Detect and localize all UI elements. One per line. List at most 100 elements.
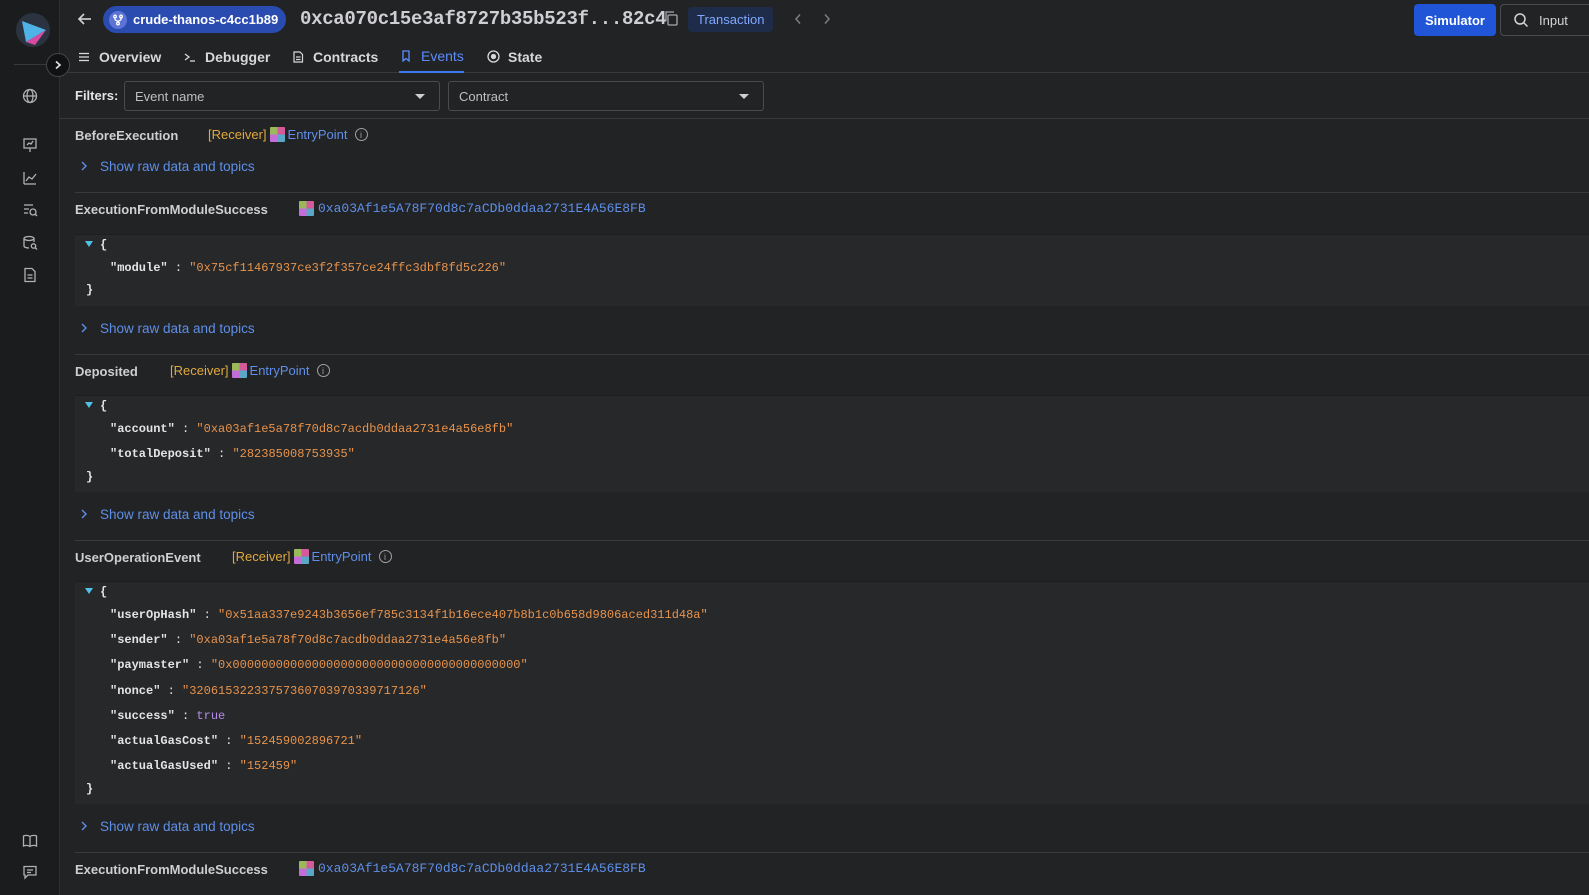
info-icon[interactable]: i: [354, 128, 368, 141]
contract-avatar: [293, 549, 309, 564]
main-panel: crude-thanos-c4cc1b89 0xca070c15e3af8727…: [60, 0, 1589, 895]
contract-link[interactable]: EntryPoint: [250, 363, 310, 378]
show-raw-data-toggle[interactable]: Show raw data and topics: [80, 159, 255, 174]
json-colon: :: [203, 608, 211, 622]
analytics-icon[interactable]: [20, 168, 40, 188]
back-button[interactable]: [74, 8, 96, 30]
copy-icon[interactable]: [663, 10, 681, 28]
tab-state-label: State: [508, 48, 543, 65]
info-icon[interactable]: i: [316, 364, 330, 377]
chevron-right-icon: [80, 507, 88, 522]
document-icon[interactable]: [20, 265, 40, 285]
filters-label: Filters:: [75, 88, 119, 103]
info-icon[interactable]: i: [378, 550, 392, 563]
chevron-right-icon: [55, 60, 62, 70]
sidebar-rail: [0, 0, 60, 895]
chevron-right-icon: [824, 14, 831, 24]
collapse-triangle-icon[interactable]: [85, 241, 93, 247]
event-name: UserOperationEvent: [75, 550, 201, 565]
json-row: "nonce" : "32061532233757360703970339717…: [110, 684, 427, 698]
contract-avatar: [269, 127, 285, 142]
receiver-tag: [Receiver]: [232, 549, 291, 564]
collapse-triangle-icon[interactable]: [85, 588, 93, 594]
json-row: "sender" : "0xa03af1e5a78f70d8c7acdb0dda…: [110, 633, 506, 647]
event-address-text[interactable]: 0xa03Af1e5A78F70d8c7aCDb0ddaa2731E4A56E8…: [318, 201, 646, 216]
database-search-icon[interactable]: [20, 233, 40, 253]
contract-link[interactable]: EntryPoint: [312, 549, 372, 564]
json-row: "paymaster" : "0x00000000000000000000000…: [110, 658, 528, 672]
json-key: "account": [110, 422, 175, 436]
top-bar: crude-thanos-c4cc1b89 0xca070c15e3af8727…: [60, 0, 1589, 40]
json-key: "module": [110, 261, 168, 275]
json-value: true: [196, 709, 226, 723]
tab-events-label: Events: [421, 47, 464, 64]
show-raw-data-label: Show raw data and topics: [100, 321, 255, 336]
chevron-right-icon: [80, 819, 88, 834]
rail-divider: [14, 64, 46, 65]
contract-link[interactable]: EntryPoint: [288, 127, 348, 142]
json-viewer: { "module" : "0x75cf11467937ce3f2f357ce2…: [75, 234, 1589, 306]
event-address[interactable]: 0xa03Af1e5A78F70d8c7aCDb0ddaa2731E4A56E8…: [299, 201, 646, 216]
json-value: "0x75cf11467937ce3f2f357ce24ffc3dbf8fd5c…: [189, 261, 507, 275]
target-icon: [486, 50, 500, 64]
simulator-button[interactable]: Simulator: [1414, 4, 1496, 36]
tab-events[interactable]: Events: [399, 40, 464, 73]
json-open-brace: {: [100, 238, 108, 252]
collapse-triangle-icon[interactable]: [85, 402, 93, 408]
tab-overview-label: Overview: [99, 48, 162, 65]
event-name: ExecutionFromModuleSuccess: [75, 862, 268, 877]
tab-contracts-label: Contracts: [313, 48, 379, 65]
presentation-icon[interactable]: [20, 135, 40, 155]
globe-icon[interactable]: [20, 86, 40, 106]
next-tx-button[interactable]: [818, 9, 836, 29]
event-address[interactable]: 0xa03Af1e5A78F70d8c7aCDb0ddaa2731E4A56E8…: [299, 861, 646, 876]
list-search-icon[interactable]: [20, 200, 40, 220]
json-colon: :: [174, 633, 183, 647]
search-icon: [1514, 13, 1529, 28]
json-close-brace: }: [86, 283, 94, 297]
json-value: "282385008753935": [232, 447, 355, 461]
json-open-brace: {: [100, 399, 108, 413]
show-raw-data-toggle[interactable]: Show raw data and topics: [80, 507, 255, 522]
event-name: Deposited: [75, 364, 138, 379]
json-value: "0xa03af1e5a78f70d8c7acdb0ddaa2731e4a56e…: [196, 422, 514, 436]
contract-select-value: Contract: [459, 88, 509, 104]
tab-debugger[interactable]: Debugger: [183, 40, 270, 73]
json-value: "0x0000000000000000000000000000000000000…: [210, 658, 528, 672]
json-close-brace: }: [86, 470, 94, 484]
previous-tx-button[interactable]: [789, 9, 807, 29]
search-input[interactable]: Input: [1500, 4, 1589, 36]
app-logo[interactable]: [15, 12, 51, 48]
tab-overview[interactable]: Overview: [77, 40, 161, 73]
book-icon[interactable]: [20, 831, 40, 851]
contract-select[interactable]: Contract: [448, 81, 764, 111]
event-divider: [75, 540, 1589, 541]
tab-contracts[interactable]: Contracts: [291, 40, 378, 73]
json-row: "userOpHash" : "0x51aa337e9243b3656ef785…: [110, 608, 708, 622]
event-name-select-value: Event name: [135, 88, 205, 104]
event-name: BeforeExecution: [75, 128, 179, 143]
show-raw-data-toggle[interactable]: Show raw data and topics: [80, 321, 255, 336]
tab-bar: Overview Debugger Contracts Events State: [60, 40, 1589, 73]
json-row: "success" : true: [110, 709, 225, 723]
project-pill[interactable]: crude-thanos-c4cc1b89: [103, 6, 287, 33]
event-name-select[interactable]: Event name: [124, 81, 440, 111]
event-receiver: [Receiver] EntryPoint i: [208, 127, 368, 142]
feedback-icon[interactable]: [20, 862, 40, 882]
event-receiver: [Receiver] EntryPoint i: [170, 363, 330, 378]
transaction-badge: Transaction: [688, 7, 774, 32]
json-colon: :: [167, 684, 175, 698]
event-divider: [75, 192, 1589, 193]
arrow-left-icon: [77, 13, 91, 25]
event-address-text[interactable]: 0xa03Af1e5A78F70d8c7aCDb0ddaa2731E4A56E8…: [318, 861, 646, 876]
json-value: "0xa03af1e5a78f70d8c7acdb0ddaa2731e4a56e…: [189, 633, 507, 647]
json-open-brace: {: [100, 585, 108, 599]
chevron-right-icon: [80, 321, 88, 336]
show-raw-data-toggle[interactable]: Show raw data and topics: [80, 819, 255, 834]
expand-sidebar-button[interactable]: [46, 53, 70, 77]
show-raw-data-label: Show raw data and topics: [100, 507, 255, 522]
json-value: "0x51aa337e9243b3656ef785c3134f1b16ece40…: [218, 608, 708, 622]
json-viewer: { "userOpHash" : "0x51aa337e9243b3656ef7…: [75, 581, 1589, 804]
json-key: "sender": [110, 633, 168, 647]
tab-state[interactable]: State: [486, 40, 542, 73]
